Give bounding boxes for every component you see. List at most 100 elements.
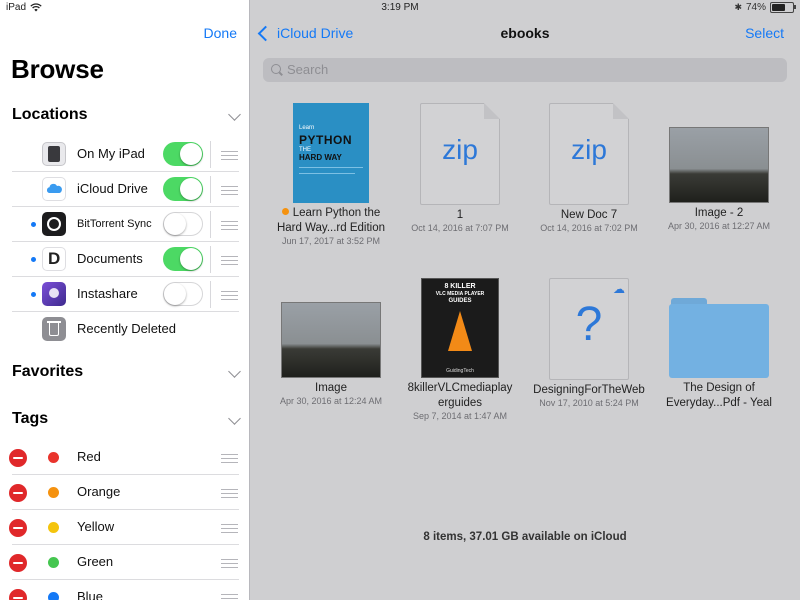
file-name: DesigningForTheWeb [533,384,645,396]
new-indicator-dot [31,222,36,227]
location-row-recently-deleted[interactable]: Recently Deleted [0,312,249,347]
tag-color-dot [48,592,59,600]
reorder-handle-icon[interactable] [221,256,238,265]
reorder-handle-icon[interactable] [221,559,238,568]
file-item[interactable]: ☁ ? DesigningForTheWeb Nov 17, 2010 at 5… [524,278,654,409]
file-item[interactable]: Image Apr 30, 2016 at 12:24 AM [266,278,396,407]
location-label: Recently Deleted [77,321,176,336]
chevron-down-icon[interactable] [228,108,241,121]
status-right: ✱ 74% [734,2,796,13]
file-name: 8killerVLCmediaplay erguides [407,382,513,409]
file-date: Jun 17, 2017 at 3:52 PM [281,236,381,246]
location-label: Instashare [77,286,138,301]
tag-label: Orange [77,484,121,499]
reorder-handle-icon[interactable] [221,151,238,160]
storage-footer: 8 items, 37.01 GB available on iCloud [423,531,627,543]
done-button[interactable]: Done [204,25,237,41]
tag-color-dot [48,522,59,533]
file-name: New Doc 7 [560,209,618,221]
section-locations[interactable]: Locations [12,106,241,128]
search-field[interactable]: Search [263,58,787,82]
chevron-down-icon[interactable] [228,365,241,378]
reorder-handle-icon[interactable] [221,524,238,533]
toggle-documents[interactable] [163,247,203,271]
location-label: On My iPad [77,146,145,161]
section-tags[interactable]: Tags [12,410,241,432]
location-row-bittorrent-sync[interactable]: BitTorrent Sync [0,207,249,242]
image-thumbnail [669,127,769,203]
location-row-on-my-ipad[interactable]: On My iPad [0,137,249,172]
toggle-icloud-drive[interactable] [163,177,203,201]
location-label: BitTorrent Sync [77,218,152,230]
delete-tag-icon[interactable] [9,484,27,502]
file-item[interactable]: zip New Doc 7 Oct 14, 2016 at 7:02 PM [524,103,654,234]
location-row-documents[interactable]: D Documents [0,242,249,277]
file-name: 1 [456,209,464,221]
trash-icon [42,317,66,341]
tag-row-orange[interactable]: Orange [0,475,249,510]
file-date: Apr 30, 2016 at 12:24 AM [279,396,383,406]
file-name: Image [315,382,347,394]
tag-color-dot [48,452,59,463]
battery-percent: 74% [745,2,766,13]
zip-file-icon: zip [420,103,500,205]
file-item[interactable]: The Design of Everyday...Pdf - Yeal [654,278,784,411]
delete-tag-icon[interactable] [9,554,27,572]
chevron-down-icon[interactable] [228,412,241,425]
tag-label: Green [77,554,114,569]
delete-tag-icon[interactable] [9,589,27,600]
reorder-handle-icon[interactable] [221,489,238,498]
section-favorites[interactable]: Favorites [12,363,241,385]
folder-icon [669,298,769,378]
tag-row-yellow[interactable]: Yellow [0,510,249,545]
section-favorites-label: Favorites [12,363,84,380]
zip-file-icon: zip [549,103,629,205]
toggle-on-my-ipad[interactable] [163,142,203,166]
file-item[interactable]: Learn PYTHON THE HARD WAY Learn Python t… [266,103,396,247]
bittorrent-sync-icon [42,212,66,236]
tag-row-blue[interactable]: Blue [0,580,249,600]
browse-sidebar: Done Browse Locations On My iPad iCloud … [0,0,250,600]
reorder-handle-icon[interactable] [221,186,238,195]
file-date: Sep 7, 2014 at 1:47 AM [412,411,508,421]
location-row-icloud-drive[interactable]: iCloud Drive [0,172,249,207]
cloud-download-icon[interactable]: ☁ [613,282,625,296]
file-name: Image - 2 [694,207,744,219]
file-item[interactable]: zip 1 Oct 14, 2016 at 7:07 PM [395,103,525,234]
file-browser: iCloud Drive ebooks Select Search Learn … [250,0,800,600]
location-row-instashare[interactable]: Instashare [0,277,249,312]
delete-tag-icon[interactable] [9,519,27,537]
status-time: 3:19 PM [381,2,419,13]
location-label: Documents [77,251,143,266]
vlc-cone-icon [448,311,472,351]
new-indicator-dot [31,257,36,262]
tag-label: Red [77,449,101,464]
vlc-cover-thumbnail: 8 KILLER VLC MEDIA PLAYER GUIDES Guiding… [421,278,499,378]
file-item[interactable]: 8 KILLER VLC MEDIA PLAYER GUIDES Guiding… [395,278,525,422]
reorder-handle-icon[interactable] [221,221,238,230]
file-date: Nov 17, 2010 at 5:24 PM [539,398,639,408]
folder-title: ebooks [500,25,550,41]
file-date: Oct 14, 2016 at 7:07 PM [411,223,509,233]
reorder-handle-icon[interactable] [221,594,238,600]
section-locations-label: Locations [12,106,88,123]
search-icon [271,64,281,74]
tag-color-dot [48,557,59,568]
file-name: Learn Python the Hard Way...rd Edition [276,207,385,234]
tag-row-green[interactable]: Green [0,545,249,580]
file-item[interactable]: Image - 2 Apr 30, 2016 at 12:27 AM [654,103,784,232]
reorder-handle-icon[interactable] [221,454,238,463]
reorder-handle-icon[interactable] [221,291,238,300]
toggle-bittorrent-sync[interactable] [163,212,203,236]
bluetooth-icon: ✱ [734,2,742,12]
ipad-icon [42,142,66,166]
status-bar: iPad 3:19 PM ✱ 74% [0,0,800,16]
sidebar-title: Browse [11,54,104,84]
tag-row-red[interactable]: Red [0,440,249,475]
select-button[interactable]: Select [745,25,784,41]
tag-dot-icon [281,208,289,215]
delete-tag-icon[interactable] [9,449,27,467]
new-indicator-dot [31,292,36,297]
toggle-instashare[interactable] [163,282,203,306]
unknown-file-icon: ☁ ? [549,278,629,380]
